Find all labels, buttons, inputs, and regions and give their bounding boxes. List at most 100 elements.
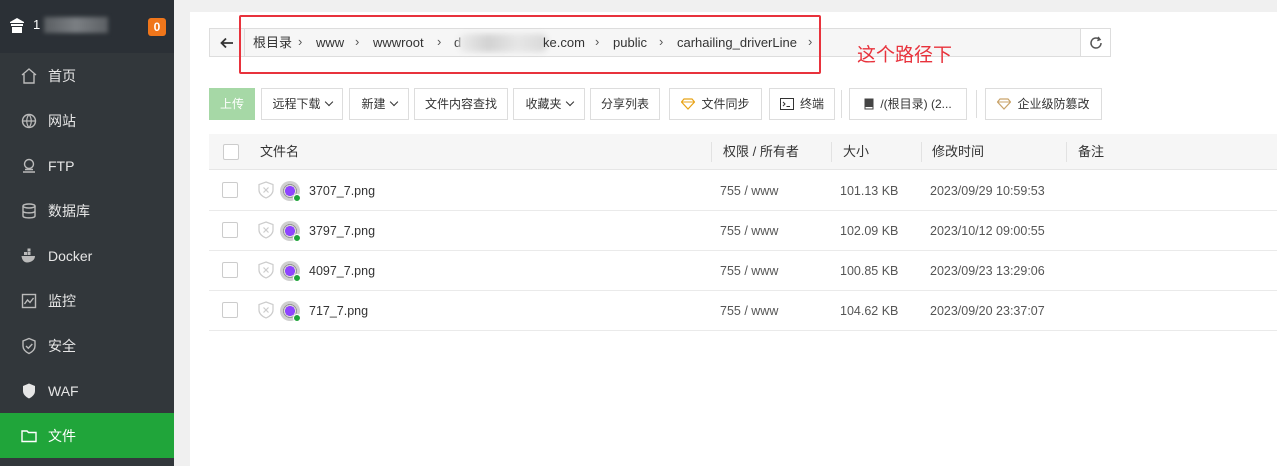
terminal-label: 终端 (799, 97, 824, 111)
waf-shield-icon (23, 383, 35, 399)
sidebar-item-label: 数据库 (48, 203, 90, 219)
column-divider (711, 142, 712, 162)
terminal-icon (779, 97, 794, 110)
column-divider (1066, 142, 1067, 162)
favorites-button[interactable]: 收藏夹 (513, 88, 585, 120)
sidebar-item-files[interactable]: 文件 (0, 413, 174, 458)
column-divider (831, 142, 832, 162)
table-row[interactable]: 3797_7.png 755 / www 102.09 KB 2023/10/1… (209, 211, 1277, 251)
sidebar-item-label: 网站 (48, 113, 76, 129)
file-permission[interactable]: 755 / www (720, 171, 778, 211)
sidebar-item-docker[interactable]: Docker (0, 233, 174, 278)
file-mtime: 2023/09/23 13:29:06 (930, 264, 1045, 278)
shield-x-icon[interactable] (258, 301, 274, 319)
sidebar-item-security[interactable]: 安全 (0, 323, 174, 368)
remote-download-button[interactable]: 远程下载 (261, 88, 343, 120)
sidebar: 1 0 首页 网站 FTP 数据库 Docker 监控 安全 WAF 文件 (0, 0, 174, 466)
diamond-icon (681, 98, 696, 110)
table-header: 文件名 权限 / 所有者 大小 修改时间 备注 (209, 134, 1277, 170)
arrow-left-icon (220, 37, 233, 49)
image-thumbnail-icon (280, 301, 301, 322)
sidebar-item-label: WAF (48, 383, 79, 399)
shield-icon (22, 337, 36, 355)
tamper-label: 企业级防篡改 (1017, 97, 1090, 111)
refresh-icon (1089, 36, 1102, 49)
row-checkbox[interactable] (222, 262, 238, 278)
upload-button[interactable]: 上传 (209, 88, 255, 120)
sidebar-item-label: 监控 (48, 293, 76, 309)
chevron-down-icon (324, 97, 333, 107)
file-permission[interactable]: 755 / www (720, 291, 778, 331)
sidebar-item-label: 文件 (48, 428, 76, 444)
sidebar-item-waf[interactable]: WAF (0, 368, 174, 413)
image-thumbnail-icon (280, 181, 301, 202)
disk-label: /(根目录) (2... (880, 97, 952, 111)
file-size: 101.13 KB (840, 184, 899, 198)
file-size: 102.09 KB (840, 224, 899, 238)
file-sync-button[interactable]: 文件同步 (669, 88, 762, 120)
file-name[interactable]: 3797_7.png (309, 211, 375, 251)
notification-badge[interactable]: 0 (148, 18, 166, 36)
shield-x-icon[interactable] (258, 181, 274, 199)
file-mtime: 2023/10/12 09:00:55 (930, 224, 1045, 238)
file-name[interactable]: 4097_7.png (309, 251, 375, 291)
file-mtime: 2023/09/29 10:59:53 (930, 184, 1045, 198)
row-checkbox[interactable] (222, 302, 238, 318)
folder-icon (21, 430, 37, 443)
redacted-ip (44, 17, 108, 33)
image-thumbnail-icon (280, 221, 301, 242)
shield-x-icon[interactable] (258, 261, 274, 279)
home-icon (21, 68, 37, 84)
table-row[interactable]: 3707_7.png 755 / www 101.13 KB 2023/09/2… (209, 171, 1277, 211)
docker-icon (21, 248, 35, 263)
sidebar-item-database[interactable]: 数据库 (0, 188, 174, 233)
chevron-down-icon (565, 97, 574, 107)
globe-icon (21, 113, 37, 129)
server-logo-icon (10, 18, 24, 33)
file-permission[interactable]: 755 / www (720, 211, 778, 251)
table-row[interactable]: 4097_7.png 755 / www 100.85 KB 2023/09/2… (209, 251, 1277, 291)
share-list-button[interactable]: 分享列表 (590, 88, 660, 120)
sidebar-item-home[interactable]: 首页 (0, 53, 174, 98)
file-manager-panel: 根目录 › www › wwwroot › d ke.com › public … (190, 12, 1277, 466)
file-permission[interactable]: 755 / www (720, 251, 778, 291)
chevron-down-icon (389, 97, 398, 107)
sidebar-item-label: 安全 (48, 338, 76, 354)
toolbar-divider (841, 90, 842, 118)
server-header[interactable]: 1 0 (0, 0, 174, 53)
row-checkbox[interactable] (222, 222, 238, 238)
file-sync-label: 文件同步 (701, 97, 750, 111)
toolbar-divider (976, 90, 977, 118)
sidebar-item-ftp[interactable]: FTP (0, 143, 174, 188)
image-thumbnail-icon (280, 261, 301, 282)
database-icon (22, 203, 36, 219)
server-ip: 1 (33, 17, 41, 32)
file-name[interactable]: 3707_7.png (309, 171, 375, 211)
col-note: 备注 (1078, 144, 1105, 159)
monitor-icon (21, 293, 37, 309)
file-size: 104.62 KB (840, 304, 899, 318)
annotation-text: 这个路径下 (857, 45, 953, 66)
ftp-icon (23, 158, 35, 173)
select-all-checkbox[interactable] (223, 144, 239, 160)
column-divider (921, 142, 922, 162)
terminal-button[interactable]: 终端 (769, 88, 835, 120)
file-name[interactable]: 717_7.png (309, 291, 368, 331)
sidebar-item-website[interactable]: 网站 (0, 98, 174, 143)
col-size[interactable]: 大小 (843, 134, 869, 170)
sidebar-item-monitor[interactable]: 监控 (0, 278, 174, 323)
tamper-protect-button[interactable]: 企业级防篡改 (985, 88, 1102, 120)
refresh-button[interactable] (1080, 28, 1111, 57)
col-permission[interactable]: 权限 / 所有者 (723, 134, 799, 170)
sidebar-item-label: 首页 (48, 68, 76, 84)
file-size: 100.85 KB (840, 264, 899, 278)
disk-button[interactable]: /(根目录) (2... (849, 88, 967, 120)
content-search-button[interactable]: 文件内容查找 (414, 88, 508, 120)
shield-x-icon[interactable] (258, 221, 274, 239)
col-modified[interactable]: 修改时间 (932, 134, 984, 170)
col-name[interactable]: 文件名 (260, 134, 299, 170)
new-button[interactable]: 新建 (349, 88, 409, 120)
diamond-icon (997, 98, 1012, 110)
table-row[interactable]: 717_7.png 755 / www 104.62 KB 2023/09/20… (209, 291, 1277, 331)
row-checkbox[interactable] (222, 182, 238, 198)
